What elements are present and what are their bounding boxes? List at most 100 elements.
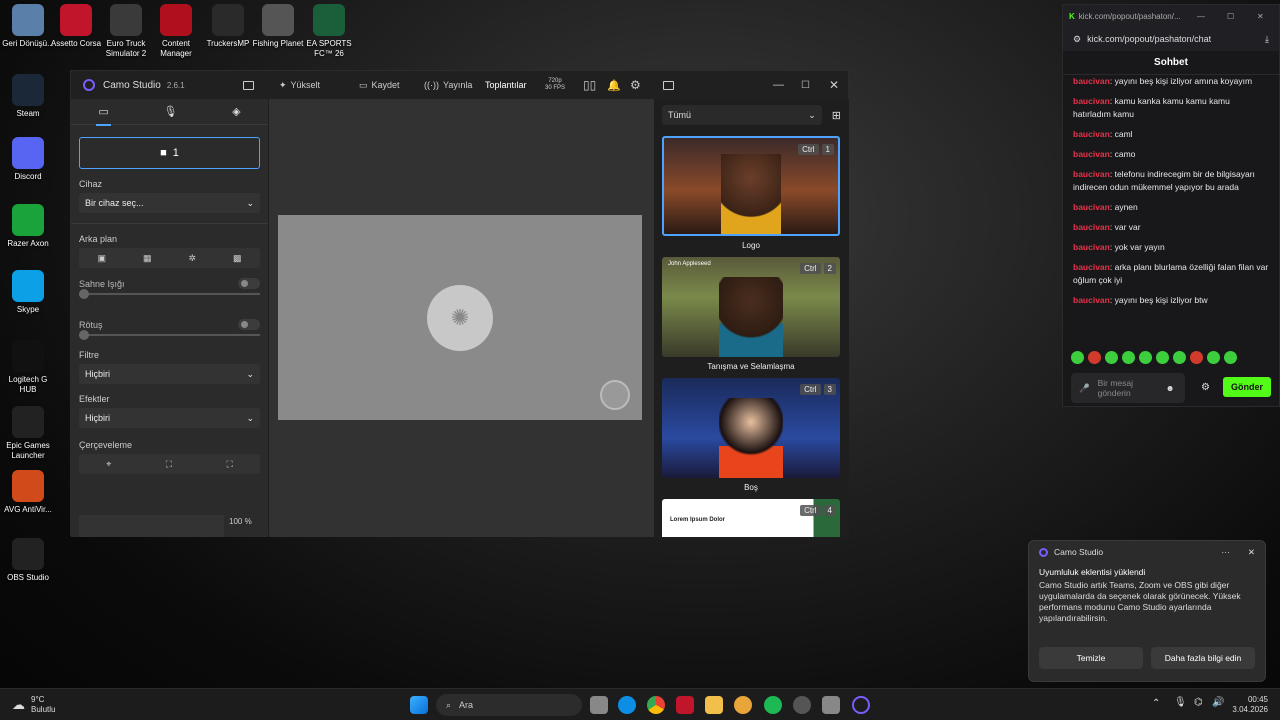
- taskbar-search[interactable]: ⌕ Ara: [436, 694, 582, 716]
- chat-username[interactable]: baucivan: [1073, 222, 1110, 232]
- scenes-panel-toggle[interactable]: [663, 71, 674, 99]
- desktop-shortcut[interactable]: Skype: [0, 270, 56, 315]
- stage-light-slider[interactable]: [79, 289, 260, 299]
- airplay-icon[interactable]: [600, 380, 630, 410]
- spotify-icon[interactable]: [764, 696, 782, 714]
- camera-select-button[interactable]: ■ 1: [79, 137, 260, 169]
- settings-gear-icon[interactable]: ⚙: [630, 71, 641, 99]
- emote-icon[interactable]: [1190, 351, 1203, 364]
- scene-card-1[interactable]: Ctrl 1 Logo: [662, 136, 840, 250]
- retouch-slider[interactable]: [79, 330, 260, 340]
- framing-auto-icon[interactable]: ⛶: [166, 459, 172, 470]
- emote-icon[interactable]: [1105, 351, 1118, 364]
- framing-center-icon[interactable]: ⛶: [226, 459, 232, 470]
- address-bar[interactable]: ⚙ kick.com/popout/pashaton/chat ⤓: [1063, 27, 1279, 51]
- background-replace-icon[interactable]: ▩: [233, 253, 242, 264]
- emote-icon[interactable]: [1224, 351, 1237, 364]
- emote-icon[interactable]: [1122, 351, 1135, 364]
- upgrade-button[interactable]: ✦ Yükselt: [271, 77, 328, 94]
- scene-filter-select[interactable]: Tümü ⌄: [662, 105, 822, 125]
- chat-username[interactable]: baucivan: [1073, 295, 1110, 305]
- file-explorer-icon[interactable]: [705, 696, 723, 714]
- chat-settings-gear-icon[interactable]: ⚙: [1201, 382, 1210, 393]
- chat-username[interactable]: baucivan: [1073, 149, 1110, 159]
- clear-button[interactable]: Temizle: [1039, 647, 1143, 669]
- grid-view-icon[interactable]: ⊞: [832, 109, 841, 122]
- emote-icon[interactable]: [1156, 351, 1169, 364]
- site-info-icon[interactable]: ⚙: [1073, 34, 1081, 45]
- filter-select[interactable]: Hiçbiri ⌄: [79, 364, 260, 384]
- minimize-button[interactable]: —: [1197, 12, 1205, 21]
- microphone-icon[interactable]: 🎙: [1174, 697, 1187, 708]
- notifications-icon[interactable]: 🔔: [607, 71, 621, 99]
- microphone-icon[interactable]: 🎤: [1079, 383, 1090, 394]
- desktop-shortcut[interactable]: Assetto Corsa: [48, 4, 104, 49]
- chevron-up-icon[interactable]: ⌃: [1152, 698, 1160, 709]
- desktop-shortcut[interactable]: OBS Studio: [0, 538, 56, 583]
- scene-card-4[interactable]: Lorem Ipsum Dolor Ctrl 4: [662, 499, 840, 537]
- desktop-shortcut[interactable]: Discord: [0, 137, 56, 182]
- record-button[interactable]: ▭ Kaydet: [351, 77, 408, 94]
- network-icon[interactable]: ⌬: [1194, 697, 1203, 708]
- device-select[interactable]: Bir cihaz seç... ⌄: [79, 193, 260, 213]
- tab-video[interactable]: ▭: [90, 101, 116, 126]
- layout-icon[interactable]: ▯▯: [583, 71, 596, 99]
- system-clock[interactable]: 00:45 3.04.2026: [1232, 695, 1268, 715]
- desktop-shortcut[interactable]: Content Manager: [148, 4, 204, 59]
- chat-message-input[interactable]: 🎤 Bir mesaj gönderin ☻: [1071, 373, 1185, 403]
- close-button[interactable]: ✕: [1257, 12, 1264, 21]
- retouch-toggle[interactable]: [238, 319, 260, 330]
- desktop-shortcut[interactable]: Razer Axon: [0, 204, 56, 249]
- chat-username[interactable]: baucivan: [1073, 262, 1110, 272]
- chat-username[interactable]: baucivan: [1073, 202, 1110, 212]
- steam-icon[interactable]: [793, 696, 811, 714]
- app-red-icon[interactable]: [676, 696, 694, 714]
- framing-manual-icon[interactable]: ⌖: [106, 459, 111, 470]
- chat-username[interactable]: baucivan: [1073, 76, 1110, 86]
- desktop-shortcut[interactable]: EA SPORTS FC™ 26: [301, 4, 357, 59]
- desktop-shortcut[interactable]: Logitech G HUB: [0, 340, 56, 395]
- app-icon[interactable]: [734, 696, 752, 714]
- scene-card-2[interactable]: John Appleseed Ctrl 2 Tanışma ve Selamlaş…: [662, 257, 840, 371]
- desktop-shortcut[interactable]: AVG AntiVir...: [0, 470, 56, 515]
- weather-widget[interactable]: ☁ 9°C Bulutlu: [12, 695, 55, 715]
- more-options-icon[interactable]: ···: [1221, 547, 1230, 557]
- scene-card-3[interactable]: Ctrl 3 Boş: [662, 378, 840, 492]
- volume-icon[interactable]: 🔊: [1212, 697, 1224, 708]
- desktop-shortcut[interactable]: Fishing Planet: [250, 4, 306, 49]
- emote-icon[interactable]: [1088, 351, 1101, 364]
- camo-studio-taskbar-icon[interactable]: [852, 696, 870, 714]
- emote-icon[interactable]: [1139, 351, 1152, 364]
- desktop-shortcut[interactable]: TruckersMP: [200, 4, 256, 49]
- settings-gear-icon[interactable]: [822, 696, 840, 714]
- start-button-icon[interactable]: [410, 696, 428, 714]
- minimize-button[interactable]: —: [773, 71, 784, 99]
- chat-username[interactable]: baucivan: [1073, 96, 1110, 106]
- background-none-icon[interactable]: ▣: [97, 253, 106, 264]
- broadcast-button[interactable]: ((·)) Yayınla: [416, 77, 480, 93]
- chrome-icon[interactable]: [647, 696, 665, 714]
- background-blur-icon[interactable]: ▦: [143, 253, 152, 264]
- tab-layers[interactable]: ◈: [224, 101, 248, 122]
- chat-username[interactable]: baucivan: [1073, 242, 1110, 252]
- meetings-button[interactable]: Toplantılar: [477, 77, 535, 93]
- emote-icon[interactable]: [1173, 351, 1186, 364]
- background-effect-icon[interactable]: ✲: [188, 253, 196, 264]
- chat-username[interactable]: baucivan: [1073, 129, 1110, 139]
- download-icon[interactable]: ⤓: [1265, 34, 1269, 45]
- effects-select[interactable]: Hiçbiri ⌄: [79, 408, 260, 428]
- maximize-button[interactable]: ☐: [801, 71, 810, 99]
- send-button[interactable]: Gönder: [1223, 377, 1271, 397]
- tab-audio[interactable]: 🎙: [155, 101, 185, 122]
- desktop-shortcut[interactable]: Epic Games Launcher: [0, 406, 56, 461]
- learn-more-button[interactable]: Daha fazla bilgi edin: [1151, 647, 1255, 669]
- close-icon[interactable]: ✕: [1248, 547, 1255, 558]
- sidebar-toggle-button[interactable]: [243, 71, 254, 99]
- stage-light-toggle[interactable]: [238, 278, 260, 289]
- task-view-icon[interactable]: [590, 696, 608, 714]
- emote-icon[interactable]: [1071, 351, 1084, 364]
- chat-username[interactable]: baucivan: [1073, 169, 1110, 179]
- emoji-icon[interactable]: ☻: [1166, 383, 1175, 393]
- maximize-button[interactable]: ☐: [1227, 12, 1234, 21]
- emote-icon[interactable]: [1207, 351, 1220, 364]
